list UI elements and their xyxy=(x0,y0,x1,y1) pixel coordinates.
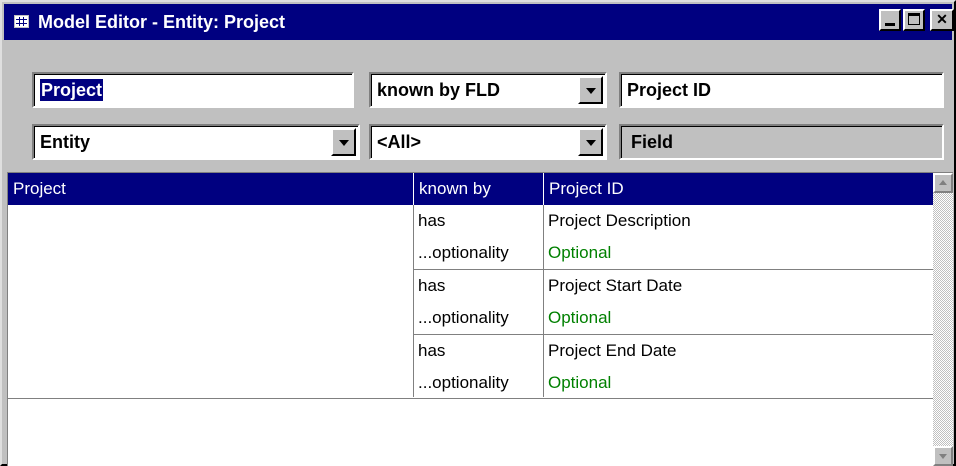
scroll-up-button[interactable] xyxy=(933,173,953,193)
field-cell[interactable]: Project Description xyxy=(543,205,933,237)
maximize-icon xyxy=(908,13,920,25)
close-icon: ✕ xyxy=(936,11,948,27)
optionality-label-cell[interactable]: ...optionality xyxy=(413,237,543,269)
vertical-scrollbar[interactable] xyxy=(933,173,953,466)
field-cell[interactable]: Project Start Date xyxy=(543,270,933,302)
chevron-down-icon[interactable] xyxy=(331,128,356,156)
object-type-dropdown[interactable]: Entity xyxy=(32,124,360,160)
entity-name-input[interactable]: Project xyxy=(32,72,354,108)
object-type-value: Entity xyxy=(40,132,91,152)
header-relation-cell[interactable]: known by xyxy=(413,173,543,205)
table-row[interactable]: has Project Start Date xyxy=(8,270,933,302)
maximize-button[interactable] xyxy=(903,9,925,31)
optionality-label-cell[interactable]: ...optionality xyxy=(413,367,543,399)
header-entity-cell[interactable]: Project xyxy=(8,173,413,205)
group-divider xyxy=(8,398,933,399)
scroll-down-button[interactable] xyxy=(933,446,953,466)
relation-cell[interactable]: has xyxy=(413,335,543,367)
relation-dropdown[interactable]: known by FLD xyxy=(369,72,607,108)
target-field-input[interactable]: Project ID xyxy=(619,72,944,108)
optionality-label-cell[interactable]: ...optionality xyxy=(413,302,543,334)
model-editor-window: Model Editor - Entity: Project ✕ Project… xyxy=(0,0,956,466)
target-type-label: Field xyxy=(619,124,944,160)
table-row[interactable]: has Project End Date xyxy=(8,335,933,367)
optionality-value-cell[interactable]: Optional xyxy=(543,237,933,269)
table-row[interactable]: has Project Description xyxy=(8,205,933,237)
entity-name-text: Project xyxy=(40,79,104,101)
grid-header-row[interactable]: Project known by Project ID xyxy=(8,173,933,205)
title-bar[interactable]: Model Editor - Entity: Project ✕ xyxy=(4,4,954,40)
relationship-grid[interactable]: Project known by Project ID has Project … xyxy=(7,172,953,466)
table-row[interactable]: ...optionality Optional xyxy=(8,302,933,334)
table-row[interactable]: ...optionality Optional xyxy=(8,367,933,399)
minimize-icon xyxy=(885,23,895,26)
filter-dropdown[interactable]: <All> xyxy=(369,124,607,160)
optionality-value-cell[interactable]: Optional xyxy=(543,302,933,334)
optionality-value-cell[interactable]: Optional xyxy=(543,367,933,399)
filter-value: <All> xyxy=(377,132,422,152)
relation-cell[interactable]: has xyxy=(413,205,543,237)
close-button[interactable]: ✕ xyxy=(930,9,954,31)
table-row[interactable]: ...optionality Optional xyxy=(8,237,933,269)
window-title: Model Editor - Entity: Project xyxy=(38,12,286,32)
minimize-button[interactable] xyxy=(879,9,901,31)
chevron-down-icon[interactable] xyxy=(578,128,603,156)
target-type-text: Field xyxy=(631,132,674,152)
relation-value: known by FLD xyxy=(377,80,500,100)
chevron-down-icon[interactable] xyxy=(578,76,603,104)
header-field-cell[interactable]: Project ID xyxy=(543,173,933,205)
relation-cell[interactable]: has xyxy=(413,270,543,302)
target-field-value: Project ID xyxy=(627,80,712,100)
table-icon[interactable] xyxy=(14,15,29,28)
field-cell[interactable]: Project End Date xyxy=(543,335,933,367)
